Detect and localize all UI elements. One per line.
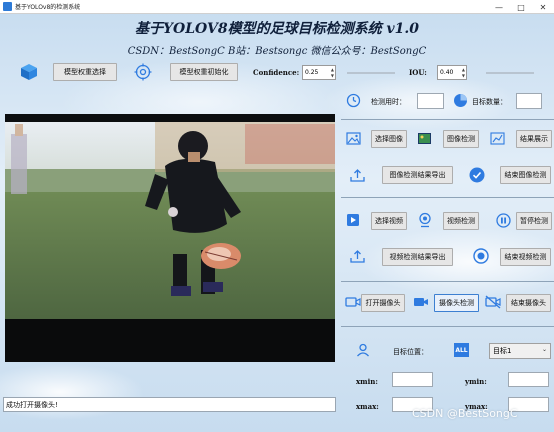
export-video-button[interactable]: 视频检测结果导出 xyxy=(382,248,453,266)
app-icon xyxy=(3,2,12,11)
page-title: 基于YOLOV8模型的足球目标检测系统 v1.0 xyxy=(135,21,419,37)
camera-detect-button[interactable]: 摄像头检测 xyxy=(434,294,479,312)
camera-icon xyxy=(345,295,361,309)
all-badge: ALL xyxy=(454,343,469,357)
iou-slider[interactable] xyxy=(486,68,534,78)
iou-value: 0.40 xyxy=(440,69,454,76)
divider xyxy=(341,197,554,198)
user-icon xyxy=(356,343,370,357)
detect-time-label: 检测用时： xyxy=(371,98,406,106)
close-button[interactable]: ✕ xyxy=(532,0,554,14)
show-result-button[interactable]: 结果展示 xyxy=(516,130,552,148)
stop-circle-icon xyxy=(473,248,489,264)
target-count-field xyxy=(516,93,542,109)
xmax-label: xmax: xyxy=(356,402,379,411)
init-weights-button[interactable]: 模型权重初始化 xyxy=(170,63,238,81)
export-image-button[interactable]: 图像检测结果导出 xyxy=(382,166,453,184)
divider xyxy=(341,119,554,120)
detect-time-field xyxy=(417,93,444,109)
detect-video-button[interactable]: 视频检测 xyxy=(443,212,479,230)
ymin-label: ymin: xyxy=(465,377,487,386)
check-circle-icon xyxy=(469,167,485,183)
end-video-button[interactable]: 结束视频检测 xyxy=(500,248,551,266)
end-image-button[interactable]: 结束图像检测 xyxy=(500,166,551,184)
target-select[interactable]: 目标1 ⌄ xyxy=(489,343,551,359)
pause-icon xyxy=(496,213,511,228)
detect-image-button[interactable]: 图像检测 xyxy=(443,130,479,148)
xmin-label: xmin: xyxy=(356,377,378,386)
webcam-icon xyxy=(417,212,433,228)
pause-detect-button[interactable]: 暂停检测 xyxy=(516,212,552,230)
video-camera-icon xyxy=(413,295,429,309)
confidence-value: 0.25 xyxy=(305,69,319,76)
target-position-label: 目标位置： xyxy=(393,348,428,356)
window-titlebar: 基于YOLOv8的检测系统 — □ ✕ xyxy=(0,0,554,14)
cube-icon xyxy=(20,63,38,81)
image-icon xyxy=(346,131,361,146)
spin-arrows-icon[interactable]: ▲ ▼ xyxy=(331,67,334,79)
image-detect-icon xyxy=(417,131,432,146)
divider xyxy=(341,281,554,282)
confidence-slider[interactable] xyxy=(347,68,395,78)
upload-icon xyxy=(350,168,365,183)
select-video-button[interactable]: 选择视频 xyxy=(371,212,407,230)
pie-chart-icon xyxy=(453,93,468,108)
upload-icon xyxy=(350,249,365,264)
ymin-field xyxy=(508,372,549,387)
page-subtitle: CSDN：BestSongC B站：Bestsongc 微信公众号：BestSo… xyxy=(127,46,427,57)
xmin-field xyxy=(392,372,433,387)
divider xyxy=(341,326,554,327)
iou-label: IOU: xyxy=(409,68,427,77)
result-chart-icon xyxy=(490,131,505,146)
open-camera-button[interactable]: 打开摄像头 xyxy=(361,294,405,312)
window-title: 基于YOLOv8的检测系统 xyxy=(15,4,81,11)
spin-arrows-icon[interactable]: ▲ ▼ xyxy=(462,67,465,79)
target-select-value: 目标1 xyxy=(493,347,512,355)
confidence-label: Confidence: xyxy=(253,68,300,77)
maximize-button[interactable]: □ xyxy=(510,0,532,14)
status-bar: 成功打开摄像头! xyxy=(3,397,336,412)
select-image-button[interactable]: 选择图像 xyxy=(371,130,407,148)
confidence-spinbox[interactable]: 0.25 ▲ ▼ xyxy=(302,65,336,80)
select-weights-button[interactable]: 模型权重选择 xyxy=(53,63,117,81)
video-display xyxy=(5,114,335,362)
target-icon xyxy=(134,63,152,81)
target-count-label: 目标数量： xyxy=(472,98,507,106)
clock-icon xyxy=(346,93,361,108)
camera-frame-image xyxy=(5,114,335,362)
video-file-icon xyxy=(346,213,360,227)
end-camera-button[interactable]: 结束摄像头 xyxy=(506,294,551,312)
chevron-down-icon: ⌄ xyxy=(541,346,547,353)
camera-off-icon xyxy=(485,295,501,309)
iou-spinbox[interactable]: 0.40 ▲ ▼ xyxy=(437,65,467,80)
minimize-button[interactable]: — xyxy=(488,0,510,14)
csdn-watermark: CSDN @BestSongC xyxy=(412,407,518,420)
